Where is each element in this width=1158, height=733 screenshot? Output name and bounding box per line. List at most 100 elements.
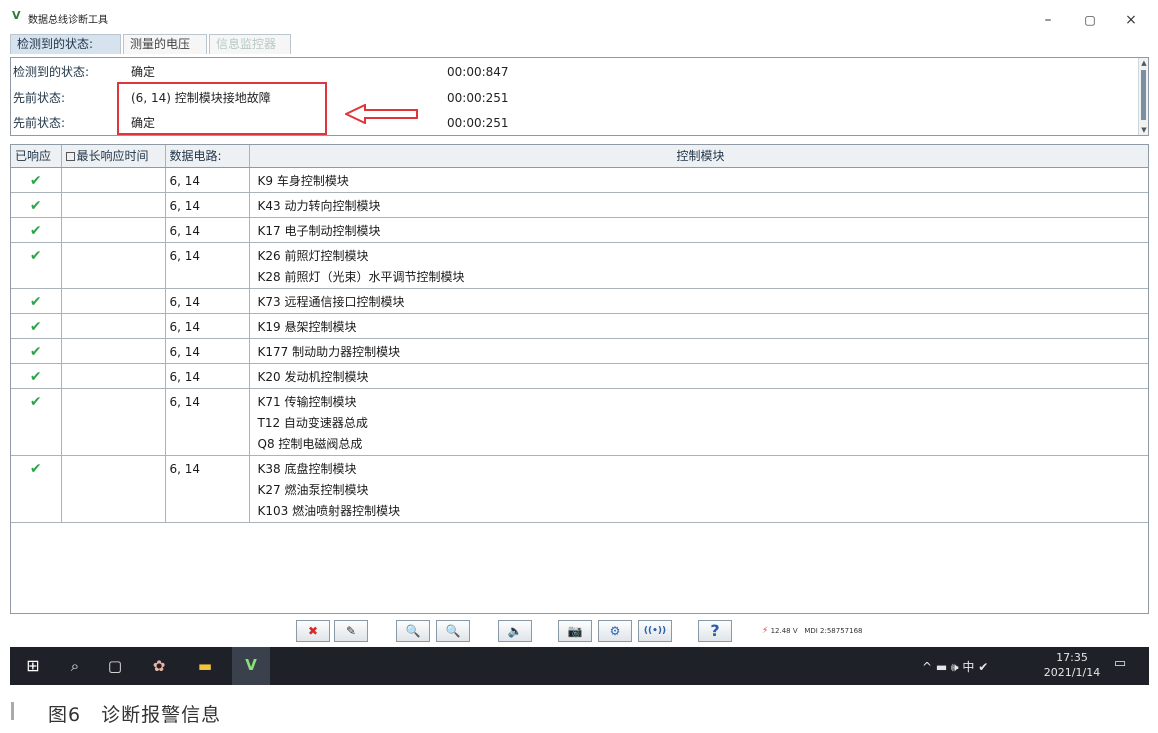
status-label: 先前状态: <box>13 116 66 130</box>
max-response-time-cell <box>61 242 166 289</box>
window-title: 数据总线诊断工具 <box>28 15 108 26</box>
module-name: K103 燃油喷射器控制模块 <box>257 503 401 518</box>
max-response-time-cell <box>61 192 166 218</box>
speaker-icon[interactable]: 🔈 <box>498 620 532 642</box>
minimize-button[interactable]: – <box>1038 13 1058 27</box>
tab-message-monitor[interactable]: 信息监控器 <box>209 34 291 54</box>
header-checkbox[interactable] <box>65 152 75 162</box>
responded-check-icon: ✔ <box>11 192 62 218</box>
data-circuit-cell: 6, 14 <box>165 242 250 289</box>
control-modules-cell: K26 前照灯控制模块 K28 前照灯（光束）水平调节控制模块 <box>249 242 1148 289</box>
status-time: 00:00:251 <box>447 91 509 105</box>
data-circuit-cell: 6, 14 <box>165 388 250 456</box>
app-pinned-icon[interactable]: ✿ <box>148 657 170 675</box>
tab-detected-status[interactable]: 检测到的状态: <box>10 34 121 54</box>
table-row[interactable]: ✔ 6, 14 K9 车身控制模块 <box>11 167 1148 193</box>
max-response-time-cell <box>61 313 166 339</box>
max-response-time-cell <box>61 167 166 193</box>
camera-icon[interactable]: 📷 <box>558 620 592 642</box>
column-header-responded[interactable]: 已响应 <box>11 145 62 168</box>
wireless-icon[interactable]: ((•)) <box>638 620 672 642</box>
table-row[interactable]: ✔ 6, 14 K19 悬架控制模块 <box>11 313 1148 339</box>
max-response-time-cell <box>61 363 166 389</box>
caption-marker <box>11 702 14 720</box>
data-circuit-cell: 6, 14 <box>165 217 250 243</box>
diagnostic-app-icon[interactable]: V <box>232 647 270 685</box>
max-response-time-cell <box>61 217 166 243</box>
table-header-row: 已响应 最长响应时间 数据电路: 控制模块 <box>11 145 1148 168</box>
data-circuit-cell: 6, 14 <box>165 192 250 218</box>
table-row[interactable]: ✔ 6, 14 K17 电子制动控制模块 <box>11 217 1148 243</box>
zoom-in-icon[interactable]: 🔍 <box>396 620 430 642</box>
device-status: ⚡ 12.48 V MDI 2:58757168 <box>762 626 862 636</box>
control-modules-cell: K71 传输控制模块 T12 自动变速器总成 Q8 控制电磁阀总成 <box>249 388 1148 456</box>
status-label: 先前状态: <box>13 91 66 105</box>
max-response-time-cell <box>61 338 166 364</box>
clock-date: 2021/1/14 <box>1043 666 1101 679</box>
status-scrollbar[interactable]: ▲ ▼ <box>1138 58 1148 135</box>
status-time: 00:00:251 <box>447 116 509 130</box>
maximize-button[interactable]: ▢ <box>1080 13 1100 27</box>
table-row[interactable]: ✔ 6, 14 K38 底盘控制模块 K27 燃油泵控制模块 K103 燃油喷射器控制模… <box>11 455 1148 523</box>
module-name: K38 底盘控制模块 <box>257 461 357 476</box>
table-row[interactable]: ✔ 6, 14 K43 动力转向控制模块 <box>11 192 1148 218</box>
tab-measured-voltage[interactable]: 测量的电压 <box>123 34 207 54</box>
responded-check-icon: ✔ <box>11 338 62 364</box>
module-name: K43 动力转向控制模块 <box>257 198 381 213</box>
annotation-arrow-icon <box>345 104 418 124</box>
scrollbar-thumb[interactable] <box>1141 70 1146 120</box>
start-menu-icon[interactable]: ⊞ <box>22 657 44 675</box>
module-name: K17 电子制动控制模块 <box>257 223 381 238</box>
module-name: K71 传输控制模块 <box>257 394 357 409</box>
close-button[interactable]: × <box>1121 13 1141 27</box>
eraser-icon[interactable]: ✎ <box>334 620 368 642</box>
responded-check-icon: ✔ <box>11 455 62 523</box>
system-tray[interactable]: ^ ▬ 🕪 中 ✔ <box>922 658 988 675</box>
table-row[interactable]: ✔ 6, 14 K71 传输控制模块 T12 自动变速器总成 Q8 控制电磁阀总成 <box>11 388 1148 456</box>
max-response-time-cell <box>61 288 166 314</box>
responded-check-icon: ✔ <box>11 167 62 193</box>
gear-icon[interactable]: ⚙ <box>598 620 632 642</box>
responded-check-icon: ✔ <box>11 242 62 289</box>
module-name: K9 车身控制模块 <box>257 173 349 188</box>
module-name: Q8 控制电磁阀总成 <box>257 436 363 451</box>
file-explorer-icon[interactable]: ▬ <box>194 657 216 675</box>
modules-table: 已响应 最长响应时间 数据电路: 控制模块 ✔ 6, 14 K9 车身控制模块 ✔ 6,… <box>10 144 1149 614</box>
module-name: K27 燃油泵控制模块 <box>257 482 369 497</box>
search-icon[interactable]: ⌕ <box>64 657 86 675</box>
app-logo-icon: V <box>12 9 21 22</box>
table-row[interactable]: ✔ 6, 14 K20 发动机控制模块 <box>11 363 1148 389</box>
column-header-modules[interactable]: 控制模块 <box>249 145 1148 168</box>
table-row[interactable]: ✔ 6, 14 K73 远程通信接口控制模块 <box>11 288 1148 314</box>
table-row[interactable]: ✔ 6, 14 K26 前照灯控制模块 K28 前照灯（光束）水平调节控制模块 <box>11 242 1148 289</box>
voltage-icon: ⚡ <box>762 626 769 636</box>
table-row[interactable]: ✔ 6, 14 K177 制动助力器控制模块 <box>11 338 1148 364</box>
module-name: K28 前照灯（光束）水平调节控制模块 <box>257 269 465 284</box>
windows-taskbar: ⊞ ⌕ ▢ ✿ ▬ V ^ ▬ 🕪 中 ✔ 17:35 2021/1/14 ▭ <box>10 647 1149 685</box>
module-name: K73 远程通信接口控制模块 <box>257 294 405 309</box>
control-modules-cell: K73 远程通信接口控制模块 <box>249 288 1148 314</box>
status-label: 检测到的状态: <box>13 65 90 79</box>
device-id: MDI 2:58757168 <box>804 627 863 635</box>
column-header-circuit[interactable]: 数据电路: <box>165 145 250 168</box>
help-icon[interactable]: ? <box>698 620 732 642</box>
control-modules-cell: K17 电子制动控制模块 <box>249 217 1148 243</box>
data-circuit-cell: 6, 14 <box>165 313 250 339</box>
scroll-up-icon[interactable]: ▲ <box>1140 59 1148 67</box>
close-x-icon[interactable]: ✖ <box>296 620 330 642</box>
task-view-icon[interactable]: ▢ <box>104 657 126 675</box>
data-circuit-cell: 6, 14 <box>165 288 250 314</box>
data-circuit-cell: 6, 14 <box>165 167 250 193</box>
taskbar-clock[interactable]: 17:35 2021/1/14 <box>1040 650 1104 680</box>
scroll-down-icon[interactable]: ▼ <box>1140 126 1148 134</box>
notification-icon[interactable]: ▭ <box>1110 656 1130 674</box>
module-name: K19 悬架控制模块 <box>257 319 357 334</box>
control-modules-cell: K43 动力转向控制模块 <box>249 192 1148 218</box>
max-response-time-cell <box>61 455 166 523</box>
data-circuit-cell: 6, 14 <box>165 338 250 364</box>
column-header-max-time[interactable]: 最长响应时间 <box>61 145 166 168</box>
responded-check-icon: ✔ <box>11 288 62 314</box>
status-value: 确定 <box>131 65 156 79</box>
zoom-out-icon[interactable]: 🔍 <box>436 620 470 642</box>
status-time: 00:00:847 <box>447 65 509 79</box>
